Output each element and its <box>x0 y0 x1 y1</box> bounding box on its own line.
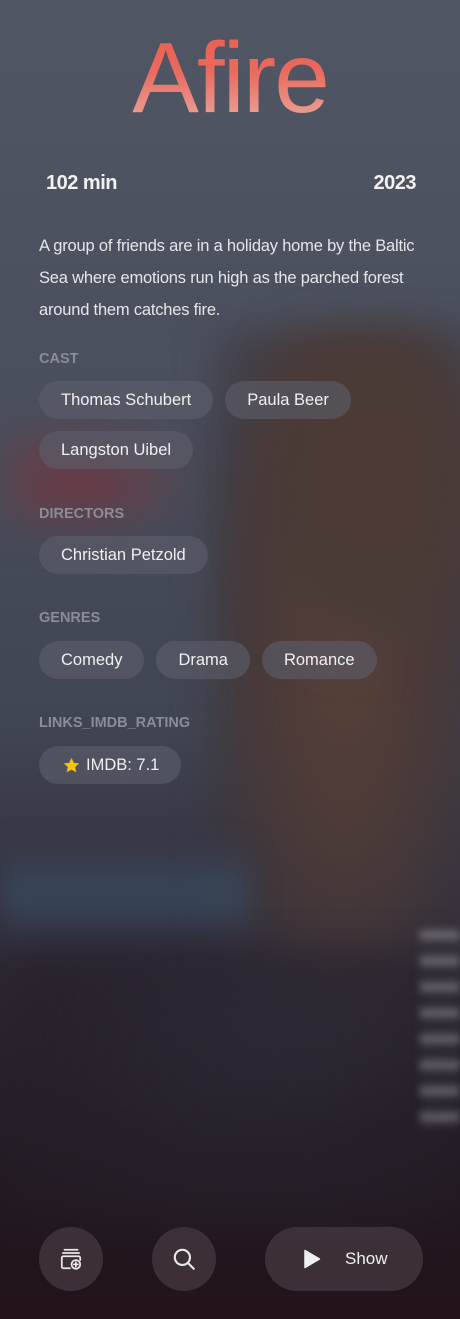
imdb-rating-chip[interactable]: IMDB: 7.1 <box>39 746 182 784</box>
genres-label: GENRES <box>39 610 101 626</box>
movie-meta: 102 min 2023 <box>46 172 416 195</box>
rating-label: LINKS_IMDB_RATING <box>39 715 191 731</box>
genre-chip[interactable]: Comedy <box>39 641 145 679</box>
play-icon <box>303 1249 321 1269</box>
cast-chip[interactable]: Paula Beer <box>225 381 351 419</box>
release-year: 2023 <box>373 172 417 194</box>
movie-info: Afire 102 min 2023 A group of friends ar… <box>0 0 460 1319</box>
add-to-collection-button[interactable] <box>39 1227 103 1291</box>
show-label: Show <box>345 1249 388 1268</box>
add-to-collection-icon <box>60 1248 82 1270</box>
search-button[interactable] <box>152 1227 216 1291</box>
genre-chip[interactable]: Romance <box>261 641 377 679</box>
search-icon <box>173 1248 195 1270</box>
star-icon <box>63 757 80 772</box>
directors-label: DIRECTORS <box>39 506 125 522</box>
cast-chip[interactable]: Thomas Schubert <box>39 381 214 419</box>
genres-list: Comedy Drama Romance <box>39 641 429 679</box>
show-button[interactable]: Show <box>265 1227 423 1291</box>
rating-links: IMDB: 7.1 <box>39 746 429 784</box>
action-bar: Show <box>0 1227 460 1291</box>
cast-label: CAST <box>39 351 79 367</box>
cast-chip[interactable]: Langston Uibel <box>39 431 194 469</box>
imdb-rating-text: IMDB: 7.1 <box>86 755 160 774</box>
cast-list: Thomas Schubert Paula Beer Langston Uibe… <box>39 381 429 469</box>
director-chip[interactable]: Christian Petzold <box>39 536 208 574</box>
movie-description: A group of friends are in a holiday home… <box>39 237 415 319</box>
genre-chip[interactable]: Drama <box>156 641 250 679</box>
runtime: 102 min <box>46 172 117 194</box>
movie-detail-screen: Afire 102 min 2023 A group of friends ar… <box>0 0 460 1319</box>
movie-title: Afire <box>0 18 460 138</box>
directors-list: Christian Petzold <box>39 536 429 574</box>
